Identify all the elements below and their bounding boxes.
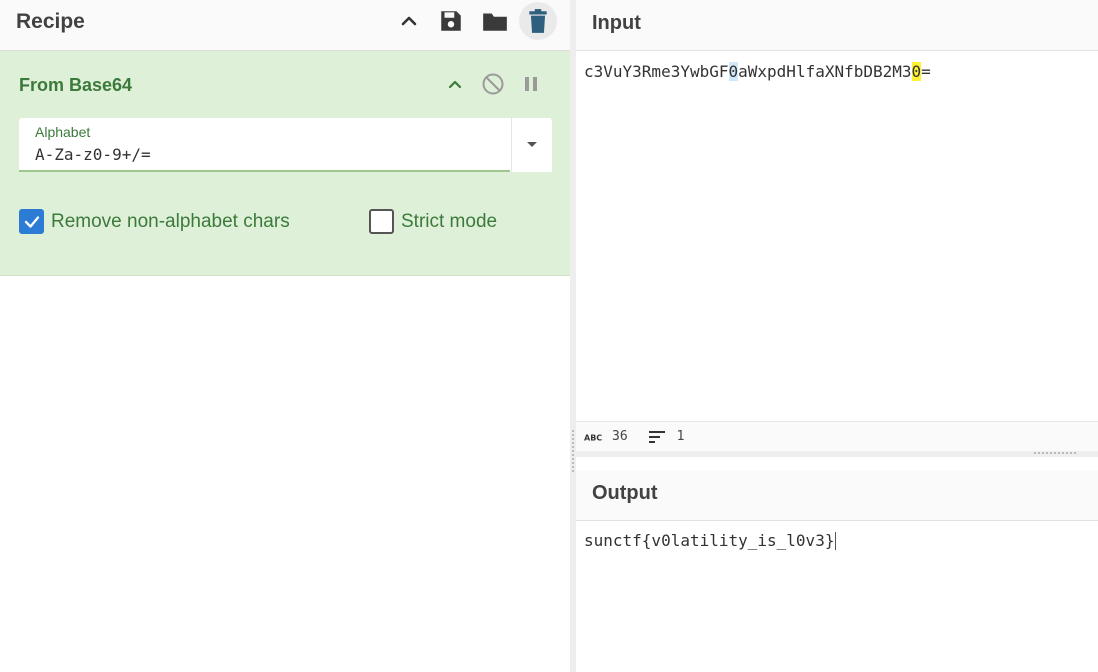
input-text-segment: c3VuY3Rme3YwbGF bbox=[584, 62, 729, 81]
output-header: Output bbox=[576, 470, 1098, 521]
alphabet-label: Alphabet bbox=[35, 124, 91, 140]
input-text-segment: = bbox=[921, 62, 931, 81]
input-title: Input bbox=[592, 12, 641, 34]
input-match-highlight: 0 bbox=[911, 62, 922, 81]
recipe-title: Recipe bbox=[16, 10, 85, 33]
input-header: Input bbox=[576, 0, 1098, 51]
folder-icon bbox=[483, 13, 507, 31]
character-count-icon: ABC bbox=[584, 433, 602, 442]
pause-icon bbox=[525, 77, 537, 91]
alphabet-underline bbox=[19, 170, 510, 172]
input-text-segment: aWxpdHlfaXNfbDB2M3 bbox=[738, 62, 912, 81]
operation-from-base64: From Base64 Alphabet A-Za-z0-9+/= Remove… bbox=[0, 51, 570, 276]
chevron-up-icon bbox=[448, 80, 462, 89]
alphabet-field: Alphabet bbox=[19, 118, 552, 172]
checkbox-unchecked-icon bbox=[369, 209, 394, 234]
load-recipe-button[interactable] bbox=[476, 2, 514, 40]
disable-icon bbox=[482, 73, 504, 95]
character-count: 36 bbox=[612, 429, 628, 444]
input-statusbar: ABC 36 1 bbox=[576, 421, 1098, 451]
output-title: Output bbox=[592, 482, 658, 504]
input-match-highlight: 0 bbox=[728, 62, 739, 81]
line-count: 1 bbox=[676, 429, 685, 444]
operation-breakpoint-button[interactable] bbox=[516, 69, 546, 99]
clear-recipe-button[interactable] bbox=[519, 2, 557, 40]
splitter-grip[interactable] bbox=[572, 430, 574, 472]
save-icon bbox=[441, 11, 461, 31]
remove-nonalpha-checkbox[interactable]: Remove non-alphabet chars bbox=[19, 209, 290, 234]
text-cursor bbox=[835, 532, 837, 550]
trash-icon bbox=[529, 9, 547, 33]
output-textarea[interactable]: sunctf{v0latility_is_l0v3} bbox=[584, 531, 837, 550]
save-recipe-button[interactable] bbox=[432, 2, 470, 40]
collapse-all-button[interactable] bbox=[390, 2, 428, 40]
alphabet-dropdown-button[interactable] bbox=[511, 118, 552, 172]
caret-down-icon bbox=[527, 142, 537, 147]
output-text: sunctf{v0latility_is_l0v3} bbox=[584, 531, 835, 550]
recipe-pane: Recipe From Base64 Alphabet A-Za-z0-9+/=… bbox=[0, 0, 570, 672]
cyberchef-window: Recipe From Base64 Alphabet A-Za-z0-9+/=… bbox=[0, 0, 1098, 672]
recipe-header: Recipe bbox=[0, 0, 570, 51]
remove-nonalpha-label: Remove non-alphabet chars bbox=[51, 210, 290, 232]
alphabet-input[interactable] bbox=[35, 145, 505, 164]
operation-collapse-button[interactable] bbox=[440, 69, 470, 99]
svg-text:ABC: ABC bbox=[584, 433, 602, 442]
operation-disable-button[interactable] bbox=[478, 69, 508, 99]
chevron-up-icon bbox=[401, 16, 417, 26]
io-splitter-grip[interactable] bbox=[1034, 452, 1076, 454]
operation-title: From Base64 bbox=[19, 75, 133, 95]
strict-mode-checkbox[interactable]: Strict mode bbox=[369, 209, 497, 234]
checkbox-checked-icon bbox=[19, 209, 44, 234]
strict-mode-label: Strict mode bbox=[401, 210, 498, 232]
io-splitter[interactable] bbox=[576, 451, 1098, 457]
line-count-icon bbox=[648, 430, 665, 443]
io-pane: Input c3VuY3Rme3YwbGF0aWxpdHlfaXNfbDB2M3… bbox=[576, 0, 1098, 672]
input-textarea[interactable]: c3VuY3Rme3YwbGF0aWxpdHlfaXNfbDB2M30= bbox=[584, 62, 931, 81]
